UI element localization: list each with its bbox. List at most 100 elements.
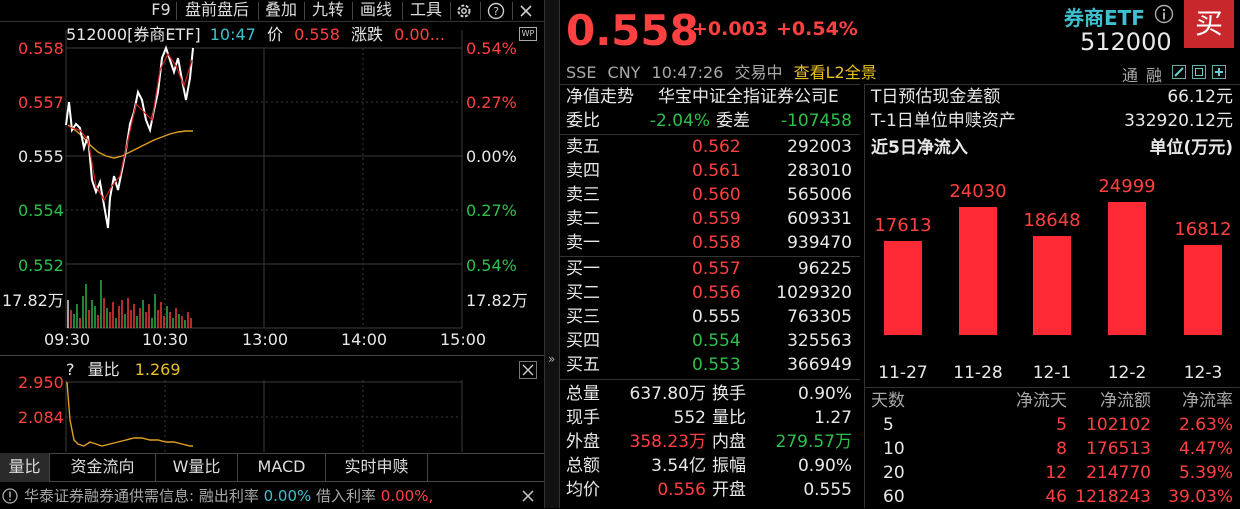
status-close-icon[interactable] <box>521 489 535 503</box>
buy-order-row[interactable]: 买二 0.556 1029320 <box>566 281 856 305</box>
panel-divider[interactable] <box>544 0 560 508</box>
flow-amount: 176513 <box>1086 439 1151 459</box>
order-volume: 763305 <box>787 307 852 327</box>
flow-rate: 4.47% <box>1178 439 1233 459</box>
order-level-label: 买四 <box>566 331 600 351</box>
sell-order-row[interactable]: 卖五 0.562 292003 <box>566 135 856 159</box>
sell-order-row[interactable]: 卖二 0.559 609331 <box>566 207 856 231</box>
order-volume: 1029320 <box>776 283 852 303</box>
nav-row[interactable]: 净值走势 华宝中证全指证券公司E <box>566 85 856 109</box>
rong-label: 融 <box>1146 66 1163 85</box>
inflow-bar <box>1184 245 1222 335</box>
sell-order-row[interactable]: 卖三 0.560 565006 <box>566 183 856 207</box>
stat-value: 358.23万 <box>629 432 706 452</box>
stat-label: 开盘 <box>712 480 746 500</box>
copy-icon[interactable] <box>1192 65 1206 79</box>
stat-row: 总量 637.80万 换手 0.90% <box>566 382 856 406</box>
stat-value: 637.80万 <box>629 384 706 404</box>
volume-ratio-chart[interactable] <box>0 380 544 452</box>
flow-days-in: 8 <box>1056 439 1067 459</box>
stat-label: 量比 <box>712 408 746 428</box>
l2-link[interactable]: 查看L2全景 <box>794 63 877 82</box>
chart-panel: F9 盘前盘后 叠加 九转 画线 工具 ? 512000[券商ETF] 10:4… <box>0 0 544 508</box>
flow-days: 20 <box>883 463 905 483</box>
tab-volume-ratio[interactable]: 量比 <box>0 453 50 482</box>
flow-days: 10 <box>883 439 905 459</box>
flow-rate: 2.63% <box>1178 415 1233 435</box>
flow-days-in: 5 <box>1056 415 1067 435</box>
last-price: 0.558 <box>566 6 699 55</box>
flow-header-rate: 净流率 <box>1182 391 1233 411</box>
stat-value: 0.556 <box>657 480 706 500</box>
sub-chart-label: 量比 <box>87 360 120 379</box>
expand-arrow-icon[interactable]: » <box>548 352 555 366</box>
committee-diff-label: 委差 <box>716 111 750 131</box>
etf-code: 512000 <box>1080 28 1172 56</box>
committee-ratio: -2.04% <box>649 111 710 131</box>
tab-macd[interactable]: MACD <box>238 453 326 482</box>
buy-button[interactable]: 买 <box>1184 0 1234 48</box>
stat-label: 均价 <box>566 480 600 500</box>
stat-value: 3.54亿 <box>651 456 706 476</box>
order-book: 净值走势 华宝中证全指证券公司E 委比 -2.04% 委差 -107458 卖五… <box>560 84 860 508</box>
stat-value: 1.27 <box>814 408 852 428</box>
flow-table-header: 天数 净流天 净流额 净流率 <box>871 389 1233 413</box>
stat-row: 现手 552 量比 1.27 <box>566 406 856 430</box>
order-level-label: 卖三 <box>566 185 600 205</box>
inflow-value-label: 17613 <box>874 215 932 236</box>
stat-value: 552 <box>673 408 706 428</box>
inflow-date-label: 11-28 <box>953 363 1003 383</box>
tab-fund-flow[interactable]: 资金流向 <box>50 453 156 482</box>
trading-status: 交易中 <box>734 63 783 82</box>
inflow-date-label: 12-1 <box>1032 363 1072 383</box>
stat-value: 0.90% <box>797 384 852 404</box>
nav-label: 净值走势 <box>566 87 634 107</box>
inflow-value-label: 16812 <box>1174 219 1232 240</box>
etf-info-panel: T日预估现金差额 66.12元 T-1日单位申赎资产 332920.12元 近5… <box>864 84 1240 508</box>
unit-asset-value: 332920.12元 <box>1124 111 1233 131</box>
order-price: 0.561 <box>692 161 741 181</box>
buy-order-row[interactable]: 买五 0.553 366949 <box>566 353 856 377</box>
order-volume: 565006 <box>787 185 852 205</box>
info-icon[interactable] <box>1154 4 1174 24</box>
stat-label: 外盘 <box>566 432 600 452</box>
tong-label: 通 <box>1122 66 1139 85</box>
order-volume: 366949 <box>787 355 852 375</box>
tab-realtime-redemption[interactable]: 实时申赎 <box>326 453 428 482</box>
edit-icon[interactable] <box>1172 65 1186 79</box>
buy-order-row[interactable]: 买三 0.555 763305 <box>566 305 856 329</box>
sub-chart-value: 1.269 <box>134 360 181 379</box>
lend-rate: 0.00% <box>263 487 312 505</box>
order-level-label: 卖二 <box>566 209 600 229</box>
buy-order-row[interactable]: 买四 0.554 325563 <box>566 329 856 353</box>
tab-w-volume-ratio[interactable]: W量比 <box>156 453 238 482</box>
buy-order-row[interactable]: 买一 0.557 96225 <box>566 257 856 281</box>
intraday-chart[interactable] <box>0 0 544 350</box>
stat-label: 换手 <box>712 384 746 404</box>
sub-chart-help-icon[interactable]: ? <box>66 360 75 379</box>
exchange: SSE <box>566 63 597 82</box>
info-icon <box>2 488 18 504</box>
sub-chart-header: ? 量比 1.269 <box>66 359 181 381</box>
add-icon[interactable] <box>1212 65 1226 79</box>
inflow-bar <box>1033 236 1071 335</box>
sep <box>865 387 1240 388</box>
stat-row: 总额 3.54亿 振幅 0.90% <box>566 454 856 478</box>
sell-order-row[interactable]: 卖四 0.561 283010 <box>566 159 856 183</box>
inflow-date-label: 12-2 <box>1107 363 1147 383</box>
order-price: 0.558 <box>692 233 741 253</box>
tracking-index: 华宝中证全指证券公司E <box>658 87 839 107</box>
flow-days: 60 <box>883 487 905 507</box>
sell-order-row[interactable]: 卖一 0.558 939470 <box>566 231 856 255</box>
stat-value: 279.57万 <box>775 432 852 452</box>
flow-rate: 39.03% <box>1168 487 1233 507</box>
inflow-title: 近5日净流入 <box>871 138 968 158</box>
quote-meta: SSE CNY 10:47:26 交易中 查看L2全景 <box>566 62 877 84</box>
stat-label: 总额 <box>566 456 600 476</box>
sep <box>560 379 860 380</box>
order-price: 0.555 <box>692 307 741 327</box>
sub-chart-close-icon[interactable] <box>519 361 537 379</box>
inflow-value-label: 18648 <box>1023 210 1081 231</box>
order-level-label: 买三 <box>566 307 600 327</box>
inflow-value-label: 24030 <box>949 181 1007 202</box>
